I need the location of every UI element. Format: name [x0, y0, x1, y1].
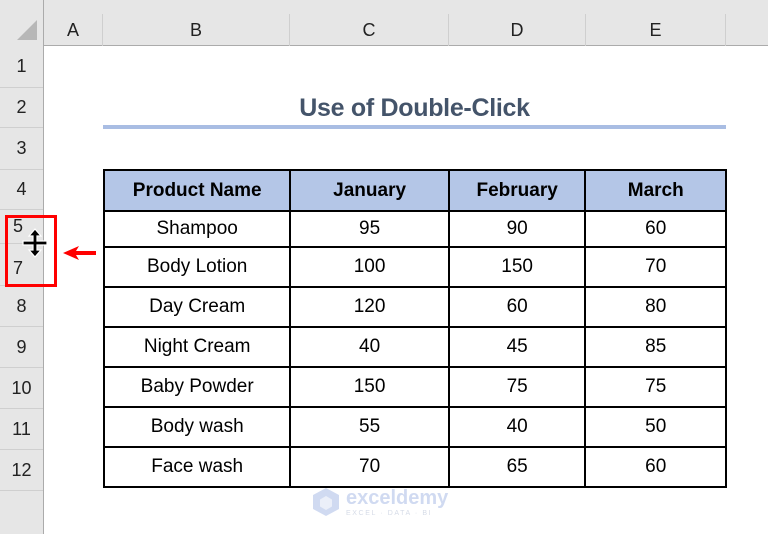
header-february[interactable]: February — [447, 169, 587, 212]
cell-product[interactable]: Day Cream — [102, 286, 292, 328]
cell-february[interactable]: 75 — [447, 366, 587, 408]
cell-january[interactable]: 40 — [289, 326, 450, 368]
column-header-c[interactable]: C — [290, 14, 449, 46]
exceldemy-logo-icon — [313, 488, 339, 516]
table-header-row: Product Name January February March — [102, 169, 727, 212]
cell-february[interactable]: 90 — [447, 210, 587, 248]
cell-march[interactable]: 50 — [584, 406, 727, 448]
cell-january[interactable]: 70 — [289, 446, 450, 488]
watermark-name: exceldemy — [346, 486, 449, 509]
row-header-1[interactable]: 1 — [0, 46, 43, 88]
cell-product[interactable]: Baby Powder — [102, 366, 292, 408]
table-row: Body Lotion 100 150 70 — [102, 246, 727, 288]
row-header-12[interactable]: 12 — [0, 450, 43, 491]
cell-product[interactable]: Shampoo — [102, 210, 292, 248]
column-header-e[interactable]: E — [586, 14, 726, 46]
cell-product[interactable]: Body wash — [102, 406, 292, 448]
cell-january[interactable]: 120 — [289, 286, 450, 328]
row-header-3[interactable]: 3 — [0, 128, 43, 170]
spreadsheet: A B C D E 1 2 3 4 5 7 8 9 10 11 12 Use o… — [0, 0, 768, 534]
cell-january[interactable]: 55 — [289, 406, 450, 448]
cell-product[interactable]: Night Cream — [102, 326, 292, 368]
cell-january[interactable]: 100 — [289, 246, 450, 288]
cell-march[interactable]: 60 — [584, 446, 727, 488]
column-header-a[interactable]: A — [44, 14, 103, 46]
table-row: Shampoo 95 90 60 — [102, 210, 727, 248]
sheet-title: Use of Double-Click — [299, 93, 530, 122]
cell-march[interactable]: 70 — [584, 246, 727, 288]
cell-february[interactable]: 40 — [447, 406, 587, 448]
cell-march[interactable]: 85 — [584, 326, 727, 368]
select-all-button[interactable] — [0, 0, 44, 46]
row-header-8[interactable]: 8 — [0, 286, 43, 327]
cell-february[interactable]: 45 — [447, 326, 587, 368]
row-header-9[interactable]: 9 — [0, 327, 43, 368]
column-header-d[interactable]: D — [449, 14, 586, 46]
select-all-triangle-icon — [17, 20, 37, 40]
row-header-bar: 1 2 3 4 5 7 8 9 10 11 12 — [0, 46, 44, 534]
cell-january[interactable]: 150 — [289, 366, 450, 408]
row-header-11[interactable]: 11 — [0, 409, 43, 450]
row-header-4[interactable]: 4 — [0, 170, 43, 210]
table-row: Day Cream 120 60 80 — [102, 286, 727, 328]
table-row: Face wash 70 65 60 — [102, 446, 727, 488]
row-header-10[interactable]: 10 — [0, 368, 43, 409]
title-underline — [103, 125, 726, 129]
header-product-name[interactable]: Product Name — [102, 169, 292, 212]
header-january[interactable]: January — [289, 169, 450, 212]
cell-february[interactable]: 150 — [447, 246, 587, 288]
cell-product[interactable]: Body Lotion — [102, 246, 292, 288]
cell-march[interactable]: 60 — [584, 210, 727, 248]
cell-february[interactable]: 65 — [447, 446, 587, 488]
header-march[interactable]: March — [584, 169, 727, 212]
left-arrow-icon — [63, 246, 96, 260]
column-header-b[interactable]: B — [103, 14, 290, 46]
column-header-bar: A B C D E — [0, 0, 768, 46]
product-sales-table: Product Name January February March Sham… — [102, 169, 727, 488]
cell-march[interactable]: 75 — [584, 366, 727, 408]
watermark: exceldemy EXCEL · DATA · BI — [312, 487, 448, 517]
table-row: Body wash 55 40 50 — [102, 406, 727, 448]
cell-february[interactable]: 60 — [447, 286, 587, 328]
table-row: Night Cream 40 45 85 — [102, 326, 727, 368]
cell-march[interactable]: 80 — [584, 286, 727, 328]
row-resize-cursor-icon — [22, 228, 48, 258]
cell-january[interactable]: 95 — [289, 210, 450, 248]
row-header-2[interactable]: 2 — [0, 88, 43, 128]
watermark-tagline: EXCEL · DATA · BI — [346, 509, 433, 517]
cell-product[interactable]: Face wash — [102, 446, 292, 488]
table-row: Baby Powder 150 75 75 — [102, 366, 727, 408]
column-header-f[interactable] — [726, 14, 768, 46]
